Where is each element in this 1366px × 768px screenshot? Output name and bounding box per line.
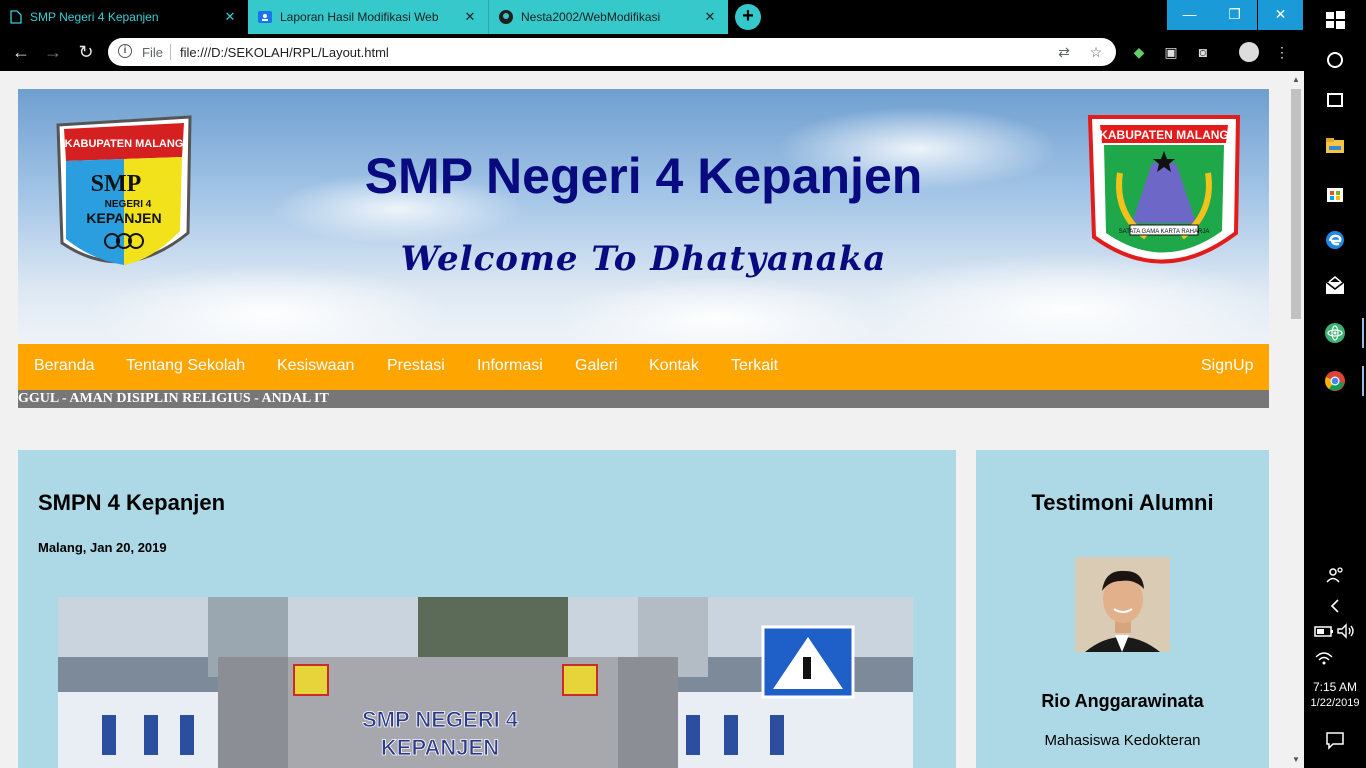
alumni-role: Mahasiswa Kedokteran: [1044, 732, 1201, 749]
main-nav: Beranda Tentang Sekolah Kesiswaan Presta…: [18, 344, 1269, 390]
task-view-icon[interactable]: [1323, 88, 1347, 112]
document-icon: [10, 10, 22, 24]
divider: [170, 44, 171, 60]
svg-text:SATATA GAMA KARTA RAHARJA: SATATA GAMA KARTA RAHARJA: [1119, 229, 1210, 235]
atom-app-icon[interactable]: [1323, 321, 1347, 345]
edge-icon[interactable]: [1323, 228, 1347, 252]
url-text[interactable]: file:///D:/SEKOLAH/RPL/Layout.html: [180, 45, 389, 60]
mail-icon[interactable]: [1323, 274, 1347, 298]
nav-prestasi[interactable]: Prestasi: [387, 357, 445, 375]
alumni-name: Rio Anggarawinata: [1041, 691, 1204, 711]
tab-title: SMP Negeri 4 Kepanjen: [30, 10, 159, 24]
file-explorer-icon[interactable]: [1323, 134, 1347, 158]
tab-strip: SMP Negeri 4 Kepanjen ✕ Laporan Hasil Mo…: [0, 0, 1304, 34]
page-scrollbar[interactable]: ▲ ▼: [1288, 71, 1304, 768]
photo-sign-line-1: SMP NEGERI 4: [362, 707, 519, 732]
tab-title: Laporan Hasil Modifikasi Web: [280, 10, 439, 24]
windows-taskbar: 7:15 AM 1/22/2019: [1304, 0, 1366, 768]
people-icon[interactable]: [1323, 563, 1347, 587]
minimize-button[interactable]: —: [1167, 0, 1212, 30]
star-icon[interactable]: ☆: [1087, 43, 1105, 61]
close-icon[interactable]: ✕: [222, 9, 238, 25]
chrome-icon[interactable]: [1323, 369, 1347, 393]
marquee-banner: GGUL - AMAN DISIPLIN RELIGIUS - ANDAL IT: [18, 390, 1269, 408]
photo-sign-line-2: KEPANJEN: [381, 735, 499, 760]
testimonial-title: Testimoni Alumni: [1031, 490, 1214, 515]
nav-galeri[interactable]: Galeri: [575, 357, 618, 375]
browser-toolbar: ← → ↻ i File file:///D:/SEKOLAH/RPL/Layo…: [0, 34, 1304, 71]
regency-emblem: KABUPATEN MALANG SATATA GAMA KARTA RAHAR…: [1087, 115, 1241, 264]
scroll-up-icon[interactable]: ▲: [1292, 75, 1300, 84]
store-icon[interactable]: [1323, 181, 1347, 205]
site-header: KABUPATEN MALANG SMP NEGERI 4 KEPANJEN S…: [18, 89, 1269, 344]
svg-text:KABUPATEN MALANG: KABUPATEN MALANG: [1099, 128, 1229, 142]
alumni-photo: [1075, 557, 1170, 652]
testimonial-card: Testimoni Alumni Rio Anggarawinata Mahas…: [976, 450, 1269, 768]
site-subtitle: Welcome To Dhatyanaka: [400, 239, 887, 279]
post-date: Malang, Jan 20, 2019: [38, 540, 167, 555]
back-icon[interactable]: ←: [9, 41, 33, 65]
reload-icon[interactable]: ↻: [74, 41, 98, 65]
action-center-icon[interactable]: [1323, 728, 1347, 752]
nav-kesiswaan[interactable]: Kesiswaan: [277, 357, 354, 375]
active-indicator: [1362, 366, 1364, 396]
post-card: SMPN 4 Kepanjen Malang, Jan 20, 2019 SMP…: [18, 450, 956, 768]
extension-icon[interactable]: ▣: [1162, 43, 1180, 61]
scheme-label: File: [142, 45, 163, 60]
svg-text:KEPANJEN: KEPANJEN: [86, 210, 161, 226]
clock-time[interactable]: 7:15 AM: [1304, 680, 1366, 694]
restore-button[interactable]: ❐: [1212, 0, 1257, 30]
site-title: SMP Negeri 4 Kepanjen: [364, 148, 923, 204]
avatar[interactable]: [1239, 42, 1259, 62]
scroll-down-icon[interactable]: ▼: [1292, 755, 1300, 764]
tab-github[interactable]: Nesta2002/WebModifikasi ✕: [488, 0, 728, 34]
forward-icon[interactable]: →: [41, 41, 65, 65]
clock-date[interactable]: 1/22/2019: [1304, 697, 1366, 709]
cortana-icon[interactable]: [1323, 48, 1347, 72]
chevron-left-icon[interactable]: [1323, 594, 1347, 618]
battery-icon[interactable]: [1312, 619, 1336, 643]
tab-smp-negeri[interactable]: SMP Negeri 4 Kepanjen ✕: [0, 0, 248, 34]
camera-icon[interactable]: ◙: [1194, 43, 1212, 61]
post-title: SMPN 4 Kepanjen: [38, 490, 226, 515]
close-icon[interactable]: ✕: [462, 9, 478, 25]
network-icon[interactable]: [1312, 645, 1336, 669]
signup-link[interactable]: SignUp: [1201, 357, 1253, 375]
info-icon[interactable]: i: [118, 44, 132, 58]
address-bar[interactable]: i File file:///D:/SEKOLAH/RPL/Layout.htm…: [108, 38, 1116, 66]
active-indicator: [1362, 318, 1364, 348]
school-gate-photo: SMP NEGERI 4 KEPANJEN: [58, 597, 913, 768]
translate-icon[interactable]: ⇄: [1055, 43, 1073, 61]
nav-informasi[interactable]: Informasi: [477, 357, 543, 375]
scroll-thumb[interactable]: [1291, 89, 1301, 319]
marquee-text: GGUL - AMAN DISIPLIN RELIGIUS - ANDAL IT: [18, 391, 329, 406]
nav-terkait[interactable]: Terkait: [731, 357, 778, 375]
close-icon[interactable]: ✕: [702, 9, 718, 25]
nav-tentang-sekolah[interactable]: Tentang Sekolah: [126, 357, 245, 375]
menu-icon[interactable]: ⋮: [1273, 43, 1291, 61]
tab-title: Nesta2002/WebModifikasi: [521, 10, 661, 24]
page-viewport: KABUPATEN MALANG SMP NEGERI 4 KEPANJEN S…: [0, 71, 1288, 768]
github-icon: [499, 10, 513, 24]
windows-start-icon[interactable]: [1323, 8, 1347, 32]
nav-kontak[interactable]: Kontak: [649, 357, 699, 375]
nav-beranda[interactable]: Beranda: [34, 357, 95, 375]
close-window-button[interactable]: ✕: [1258, 0, 1303, 30]
extension-icon[interactable]: ◆: [1130, 43, 1148, 61]
tab-laporan[interactable]: Laporan Hasil Modifikasi Web ✕: [248, 0, 488, 34]
classroom-icon: [258, 11, 272, 23]
new-tab-button[interactable]: +: [735, 4, 761, 30]
volume-icon[interactable]: [1334, 619, 1358, 643]
